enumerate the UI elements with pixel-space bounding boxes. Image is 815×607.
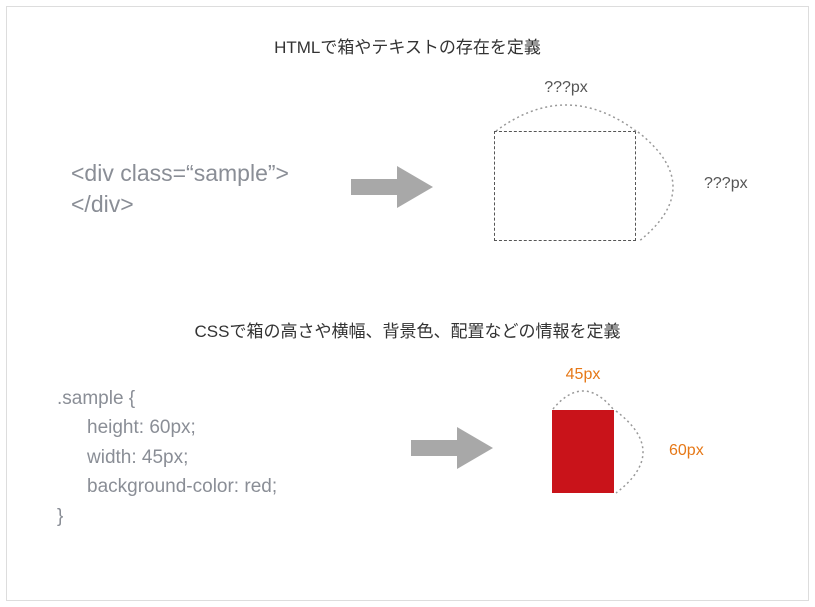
arrow-icon — [351, 166, 433, 208]
height-value-label: 60px — [669, 442, 704, 459]
code-line: background-color: red; — [57, 472, 277, 501]
code-line: height: 60px; — [57, 413, 277, 442]
code-line: .sample { — [57, 384, 277, 413]
width-unknown-label: ???px — [544, 79, 588, 96]
height-unknown-label: ???px — [704, 175, 748, 192]
code-line: } — [57, 502, 277, 531]
arrow-icon — [411, 427, 493, 469]
dimension-arc-right — [614, 409, 662, 495]
code-line: </div> — [71, 189, 289, 220]
dimension-arc-top — [494, 97, 638, 133]
styled-box — [552, 410, 614, 493]
section2-title: CSSで箱の高さや横幅、背景色、配置などの情報を定義 — [7, 317, 808, 342]
html-code-snippet: <div class=“sample”> </div> — [71, 158, 289, 220]
dimension-arc-right — [636, 130, 696, 244]
section1-title: HTMLで箱やテキストの存在を定義 — [7, 33, 808, 58]
code-line: width: 45px; — [57, 443, 277, 472]
undefined-box — [494, 131, 636, 241]
dimension-arc-top — [551, 385, 615, 411]
css-code-snippet: .sample { height: 60px; width: 45px; bac… — [57, 384, 277, 531]
code-line: <div class=“sample”> — [71, 158, 289, 189]
width-value-label: 45px — [566, 366, 601, 383]
